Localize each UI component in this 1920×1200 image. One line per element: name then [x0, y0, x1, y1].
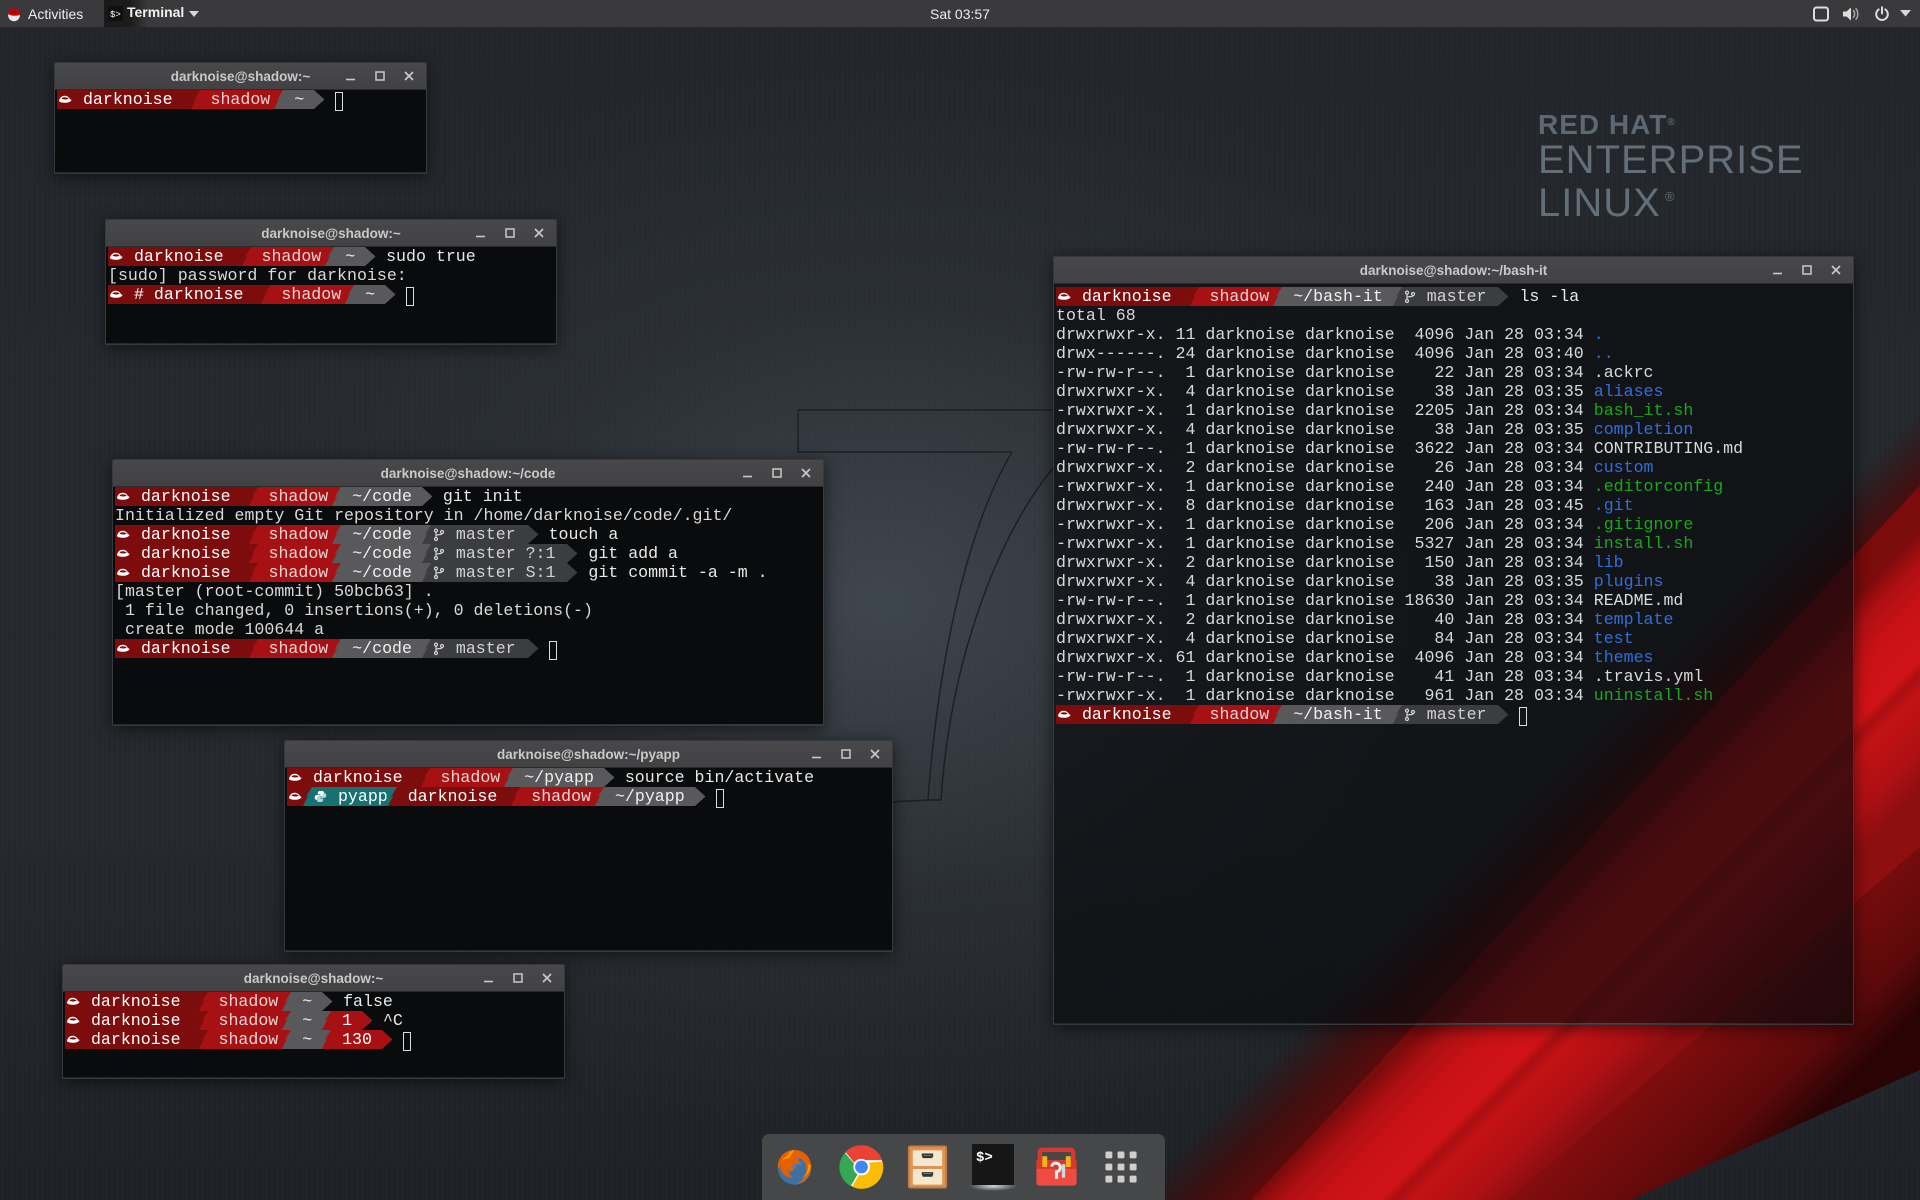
svg-text:$>: $>: [976, 1150, 993, 1166]
